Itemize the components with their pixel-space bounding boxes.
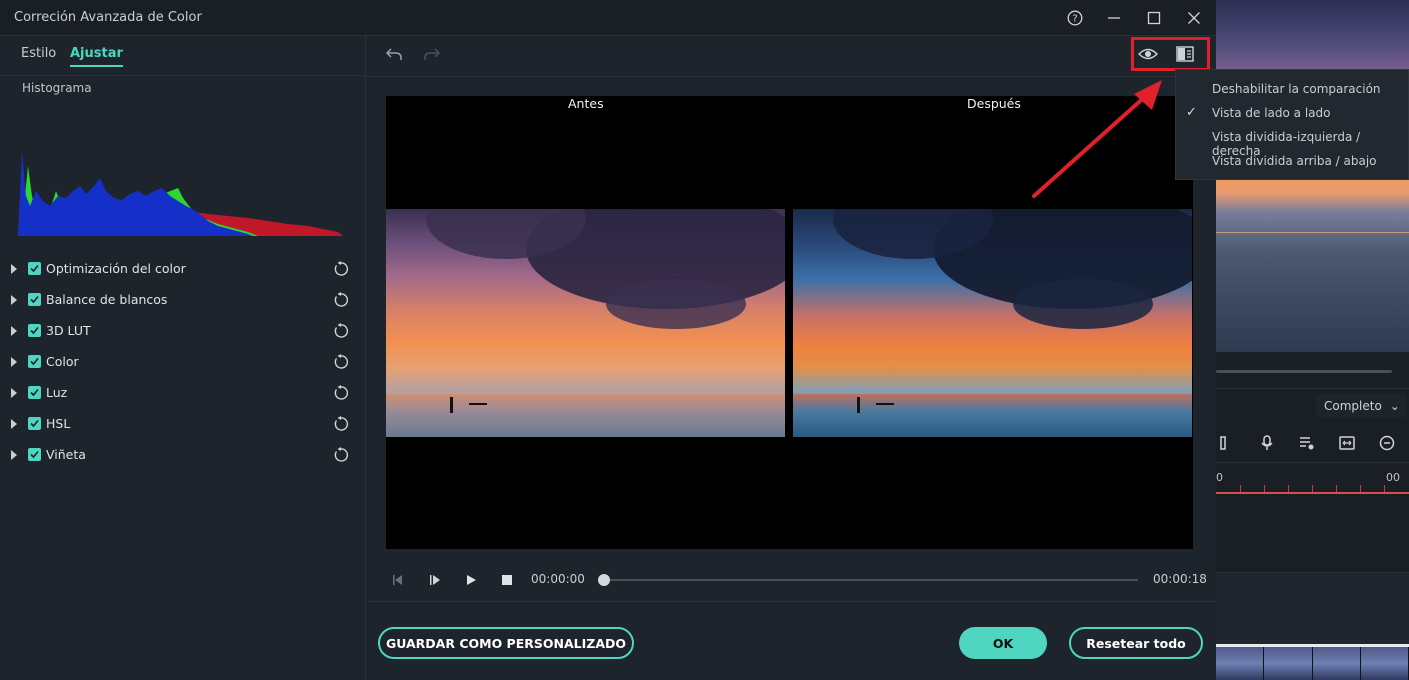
playback-quality-value: Completo: [1324, 399, 1382, 413]
expand-arrow-icon[interactable]: [11, 326, 17, 336]
progress-handle[interactable]: [598, 574, 610, 586]
previous-frame-icon[interactable]: [391, 573, 405, 587]
compare-menu-item[interactable]: Vista dividida-izquierda / derecha: [1176, 125, 1409, 158]
adjustment-label: Optimización del color: [46, 261, 186, 276]
reset-icon[interactable]: [332, 384, 350, 402]
window-title: Correción Avanzada de Color: [14, 10, 202, 25]
adjust-panel: Estilo Ajustar Histograma Optimización d…: [0, 36, 366, 680]
expand-arrow-icon[interactable]: [11, 450, 17, 460]
histogram-label: Histograma: [22, 81, 92, 95]
compare-menu-item[interactable]: ✓ Vista de lado a lado: [1176, 101, 1409, 125]
timeline-ruler[interactable]: 0 00: [1216, 462, 1409, 494]
compare-menu-item[interactable]: Vista dividida arriba / abajo: [1176, 149, 1409, 173]
compare-mode-menu: Deshabilitar la comparación ✓ Vista de lad…: [1175, 69, 1409, 180]
playback-quality-select[interactable]: Completo ⌄: [1316, 394, 1406, 418]
reset-icon[interactable]: [332, 446, 350, 464]
after-label: Después: [967, 96, 1021, 111]
adjustment-label: Balance de blancos: [46, 292, 168, 307]
reset-icon[interactable]: [332, 260, 350, 278]
adjustment-row[interactable]: 3D LUT: [0, 319, 366, 343]
close-icon[interactable]: [1183, 8, 1205, 28]
marker-icon[interactable]: [1218, 434, 1236, 452]
background-toolbar: [1216, 428, 1409, 458]
expand-arrow-icon[interactable]: [11, 264, 17, 274]
checkbox[interactable]: [28, 324, 41, 337]
panel-tabs: Estilo Ajustar: [0, 36, 366, 76]
expand-arrow-icon[interactable]: [11, 388, 17, 398]
tab-ajustar[interactable]: Ajustar: [70, 46, 123, 67]
fit-timeline-icon[interactable]: [1338, 434, 1356, 452]
background-scrollbar[interactable]: [1216, 370, 1392, 373]
save-custom-button[interactable]: GUARDAR COMO PERSONALIZADO: [378, 627, 634, 659]
compare-menu-label: Vista dividida arriba / abajo: [1212, 154, 1377, 168]
checkmark-icon: ✓: [1186, 105, 1197, 120]
adjustment-label: Viñeta: [46, 447, 86, 462]
adjustment-label: Color: [46, 354, 79, 369]
adjustment-row[interactable]: HSL: [0, 412, 366, 436]
expand-arrow-icon[interactable]: [11, 357, 17, 367]
color-correction-dialog: Correción Avanzada de Color ? Estilo Aju…: [0, 0, 1216, 680]
adjustment-label: 3D LUT: [46, 323, 91, 338]
adjustment-label: Luz: [46, 385, 68, 400]
ruler-label: 00: [1386, 471, 1400, 484]
before-label: Antes: [568, 96, 604, 111]
title-bar: Correción Avanzada de Color ?: [0, 0, 1216, 36]
reset-icon[interactable]: [332, 353, 350, 371]
expand-arrow-icon[interactable]: [11, 419, 17, 429]
checkbox[interactable]: [28, 417, 41, 430]
progress-bar[interactable]: [598, 574, 1138, 586]
checkbox[interactable]: [28, 448, 41, 461]
before-image: [386, 209, 785, 437]
microphone-icon[interactable]: [1258, 434, 1276, 452]
timeline-clip-thumbnails[interactable]: [1216, 644, 1409, 680]
next-frame-icon[interactable]: [428, 573, 442, 587]
maximize-icon[interactable]: [1143, 8, 1165, 28]
reset-icon[interactable]: [332, 322, 350, 340]
svg-text:?: ?: [1072, 14, 1077, 25]
reset-all-button[interactable]: Resetear todo: [1069, 627, 1203, 659]
stop-icon[interactable]: [500, 573, 514, 587]
playback-controls: 00:00:00 00:00:18: [367, 564, 1216, 594]
checkbox[interactable]: [28, 386, 41, 399]
checkbox[interactable]: [28, 262, 41, 275]
annotation-highlight: [1131, 37, 1210, 71]
minimize-icon[interactable]: [1103, 8, 1125, 28]
zoom-out-icon[interactable]: [1378, 434, 1396, 452]
tab-estilo[interactable]: Estilo: [21, 46, 56, 61]
reset-icon[interactable]: [332, 291, 350, 309]
audio-list-icon[interactable]: [1298, 434, 1316, 452]
total-time: 00:00:18: [1153, 572, 1207, 586]
adjustment-row[interactable]: Color: [0, 350, 366, 374]
adjustment-row[interactable]: Balance de blancos: [0, 288, 366, 312]
adjustment-row[interactable]: Viñeta: [0, 443, 366, 467]
play-icon[interactable]: [464, 573, 478, 587]
current-time: 00:00:00: [531, 572, 585, 586]
histogram-chart: [18, 151, 343, 236]
after-image: [793, 209, 1192, 437]
adjustment-row[interactable]: Luz: [0, 381, 366, 405]
ruler-label: 0: [1216, 471, 1223, 484]
help-icon[interactable]: ?: [1064, 8, 1086, 28]
redo-icon[interactable]: [423, 46, 445, 66]
ok-button[interactable]: OK: [959, 627, 1047, 659]
checkbox[interactable]: [28, 293, 41, 306]
timeline-track[interactable]: [1216, 572, 1409, 644]
chevron-down-icon: ⌄: [1389, 399, 1400, 413]
compare-menu-label: Deshabilitar la comparación: [1212, 82, 1381, 96]
compare-menu-label: Vista de lado a lado: [1212, 106, 1331, 120]
preview-area: Antes Después 00:00:00 00:00:18 GUARDAR …: [367, 36, 1216, 680]
undo-icon[interactable]: [385, 46, 407, 66]
adjustment-label: HSL: [46, 416, 71, 431]
reset-icon[interactable]: [332, 415, 350, 433]
adjustment-row[interactable]: Optimización del color: [0, 257, 366, 281]
comparison-viewer: Antes Después: [386, 96, 1193, 549]
compare-menu-item[interactable]: Deshabilitar la comparación: [1176, 77, 1409, 101]
expand-arrow-icon[interactable]: [11, 295, 17, 305]
checkbox[interactable]: [28, 355, 41, 368]
